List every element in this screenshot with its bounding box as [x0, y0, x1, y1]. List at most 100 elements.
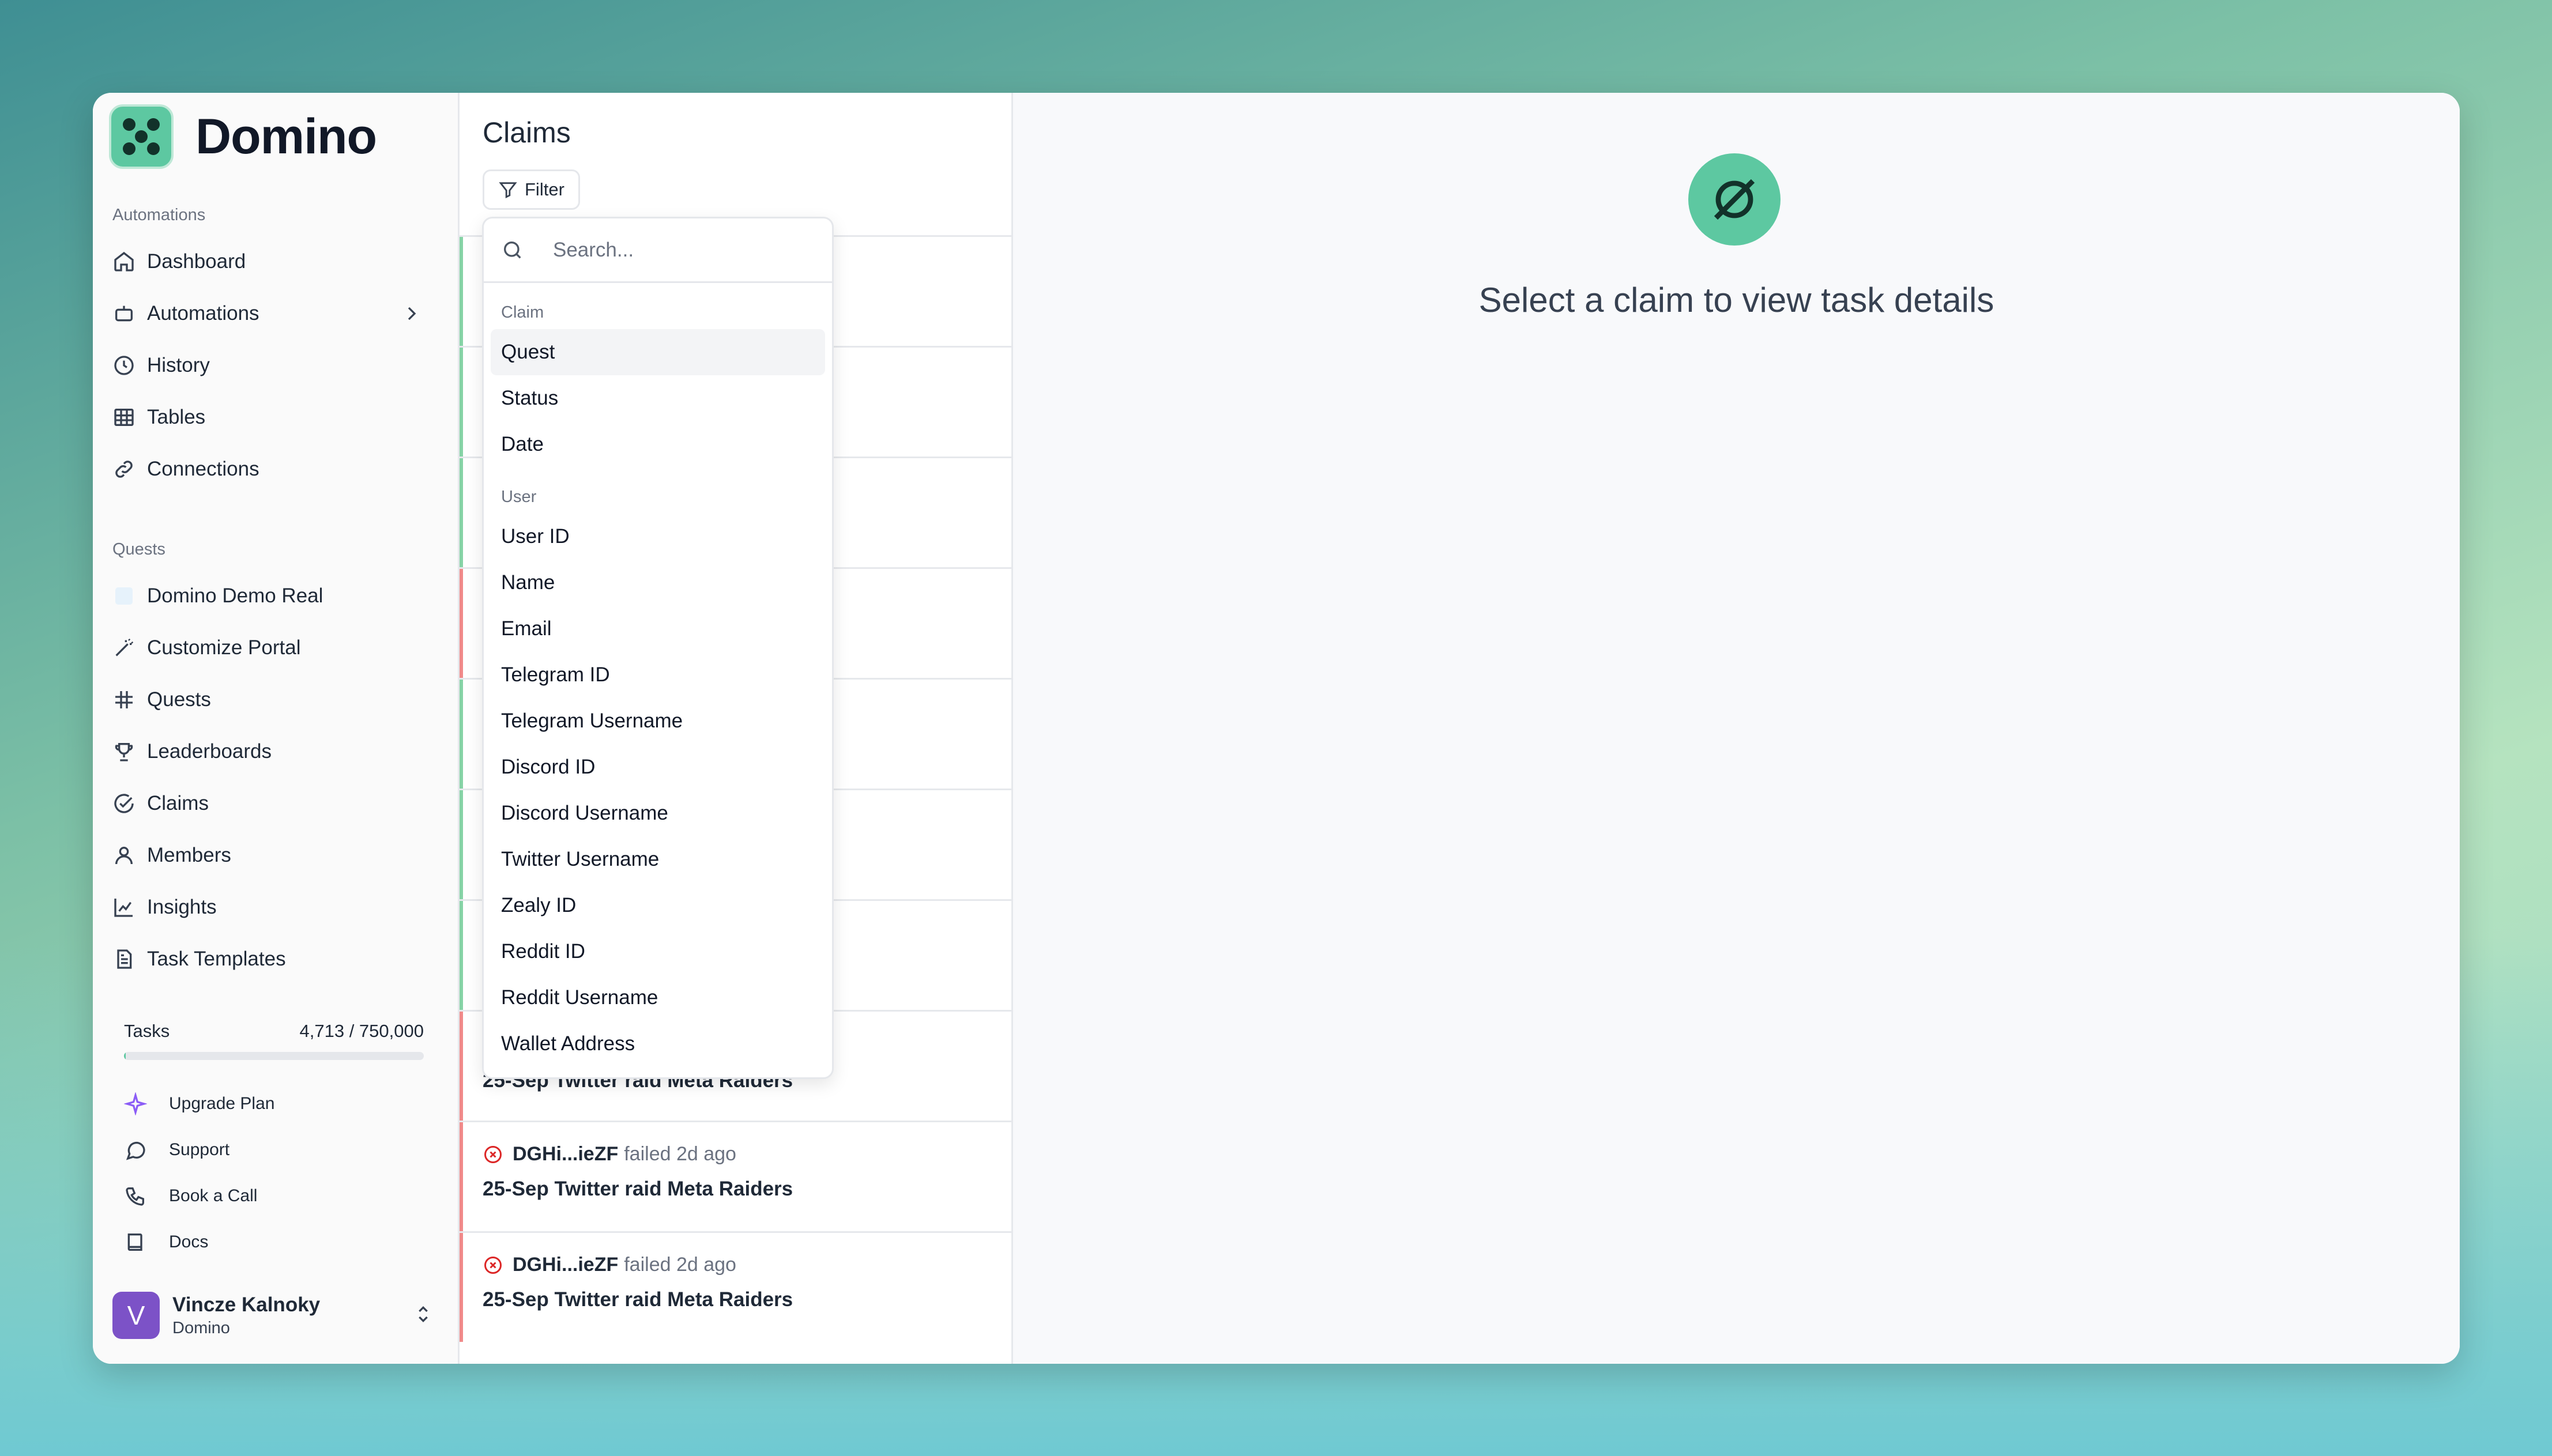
failed-status-icon	[483, 1255, 503, 1276]
filter-option-twitter-username[interactable]: Twitter Username	[491, 836, 825, 882]
claim-meta: failed 2d ago	[624, 1143, 736, 1165]
user-org: Domino	[172, 1318, 230, 1337]
tasks-progress-bar	[124, 1052, 424, 1060]
dropdown-group-label: User	[501, 488, 537, 506]
sidebar-item-label: Members	[147, 844, 231, 866]
claim-status-bar	[460, 1233, 463, 1342]
upgrade-plan-link[interactable]: Upgrade Plan	[124, 1087, 274, 1121]
filter-option-quest[interactable]: Quest	[491, 329, 825, 375]
sidebar-item-label: Dashboard	[147, 250, 246, 273]
filter-option-wallet-address[interactable]: Wallet Address	[491, 1021, 825, 1067]
sidebar-item-label: Tables	[147, 406, 206, 428]
sidebar-item-label: Domino Demo Real	[147, 584, 323, 607]
claim-status-bar	[460, 237, 463, 346]
sidebar-item-label: Connections	[147, 458, 259, 480]
footer-item-label: Upgrade Plan	[169, 1094, 275, 1113]
sidebar-item-domino-demo-real[interactable]: Domino Demo Real	[112, 576, 435, 616]
sidebar-item-customize-portal[interactable]: Customize Portal	[112, 628, 435, 668]
claim-status-bar	[460, 458, 463, 567]
dropdown-group-label: Claim	[501, 303, 544, 322]
claim-meta: failed 2d ago	[624, 1254, 736, 1276]
magic-wand-icon	[112, 636, 135, 659]
sidebar-item-history[interactable]: History	[112, 345, 435, 386]
claim-detail-panel: Select a claim to view task details	[1013, 93, 2460, 1364]
failed-status-icon	[483, 1144, 503, 1165]
filter-option-telegram-username[interactable]: Telegram Username	[491, 698, 825, 744]
claim-status-bar	[460, 901, 463, 1010]
claim-row[interactable]: DGHi...ieZF failed 2d ago 25-Sep Twitter r…	[460, 1121, 1011, 1231]
link-icon	[112, 458, 135, 481]
tasks-value: 4,713 / 750,000	[299, 1021, 424, 1041]
filter-option-status[interactable]: Status	[491, 375, 825, 421]
filter-option-discord-id[interactable]: Discord ID	[491, 744, 825, 790]
phone-icon	[124, 1185, 147, 1208]
filter-icon	[498, 180, 518, 199]
user-menu[interactable]: V Vincze Kalnoky Domino	[112, 1292, 435, 1339]
workspace-logo-icon	[112, 584, 135, 608]
search-input[interactable]	[553, 238, 807, 262]
sidebar-item-label: Customize Portal	[147, 636, 301, 659]
empty-state-message: Select a claim to view task details	[1478, 281, 1994, 319]
claim-user: DGHi...ieZF	[513, 1143, 619, 1165]
filter-option-discord-username[interactable]: Discord Username	[491, 790, 825, 836]
filter-option-email[interactable]: Email	[491, 606, 825, 652]
sidebar-item-connections[interactable]: Connections	[112, 449, 435, 489]
chevron-up-down-icon[interactable]	[412, 1303, 435, 1329]
filter-option-date[interactable]: Date	[491, 421, 825, 467]
clock-icon	[112, 354, 135, 377]
hash-icon	[112, 688, 135, 711]
trophy-icon	[112, 740, 135, 763]
filter-option-user-id[interactable]: User ID	[491, 514, 825, 560]
sidebar: Domino Automations Dashboard Automations…	[93, 93, 460, 1364]
check-circle-icon	[112, 792, 135, 815]
user-icon	[112, 844, 135, 867]
support-link[interactable]: Support	[124, 1133, 229, 1167]
filter-option-zealy-id[interactable]: Zealy ID	[491, 882, 825, 929]
filter-option-reddit-username[interactable]: Reddit Username	[491, 975, 825, 1021]
filter-option-name[interactable]: Name	[491, 560, 825, 606]
claim-status-bar	[460, 1122, 463, 1231]
sidebar-item-automations[interactable]: Automations	[112, 293, 435, 334]
sidebar-item-leaderboards[interactable]: Leaderboards	[112, 731, 435, 772]
docs-link[interactable]: Docs	[124, 1225, 208, 1259]
document-icon	[112, 948, 135, 971]
table-icon	[112, 406, 135, 429]
filter-button[interactable]: Filter	[483, 169, 580, 210]
filter-option-reddit-id[interactable]: Reddit ID	[491, 929, 825, 975]
sidebar-item-dashboard[interactable]: Dashboard	[112, 242, 435, 282]
sidebar-item-quests[interactable]: Quests	[112, 680, 435, 720]
sidebar-item-label: Insights	[147, 896, 217, 918]
claim-user: DGHi...ieZF	[513, 1254, 619, 1276]
chevron-right-icon[interactable]	[400, 302, 423, 325]
footer-item-label: Book a Call	[169, 1186, 258, 1205]
search-icon	[501, 239, 524, 262]
app-window: Domino Automations Dashboard Automations…	[93, 93, 2460, 1364]
home-icon	[112, 250, 135, 273]
sidebar-item-members[interactable]: Members	[112, 835, 435, 876]
tasks-usage: Tasks 4,713 / 750,000	[124, 1021, 424, 1060]
sidebar-item-label: Automations	[147, 302, 259, 325]
sidebar-item-claims[interactable]: Claims	[112, 783, 435, 824]
claim-row[interactable]: DGHi...ieZF failed 2d ago 25-Sep Twitter r…	[460, 1231, 1011, 1342]
sidebar-item-label: Leaderboards	[147, 740, 272, 763]
page-title: Claims	[483, 116, 571, 149]
book-a-call-link[interactable]: Book a Call	[124, 1179, 257, 1213]
sidebar-item-tables[interactable]: Tables	[112, 397, 435, 437]
dropdown-search	[484, 218, 832, 283]
section-label-automations: Automations	[112, 206, 206, 224]
book-icon	[124, 1231, 147, 1254]
claim-status-bar	[460, 680, 463, 789]
sidebar-item-task-templates[interactable]: Task Templates	[112, 939, 435, 979]
filter-option-telegram-id[interactable]: Telegram ID	[491, 652, 825, 698]
section-label-quests: Quests	[112, 540, 165, 559]
sidebar-item-insights[interactable]: Insights	[112, 887, 435, 927]
brand[interactable]: Domino	[109, 104, 377, 169]
footer-item-label: Support	[169, 1140, 230, 1159]
claim-status-bar	[460, 1012, 463, 1121]
empty-set-icon	[1688, 153, 1781, 246]
claim-status-bar	[460, 569, 463, 678]
footer-item-label: Docs	[169, 1232, 209, 1251]
bot-icon	[112, 302, 135, 325]
chat-icon	[124, 1138, 147, 1161]
sparkle-icon	[124, 1092, 147, 1115]
